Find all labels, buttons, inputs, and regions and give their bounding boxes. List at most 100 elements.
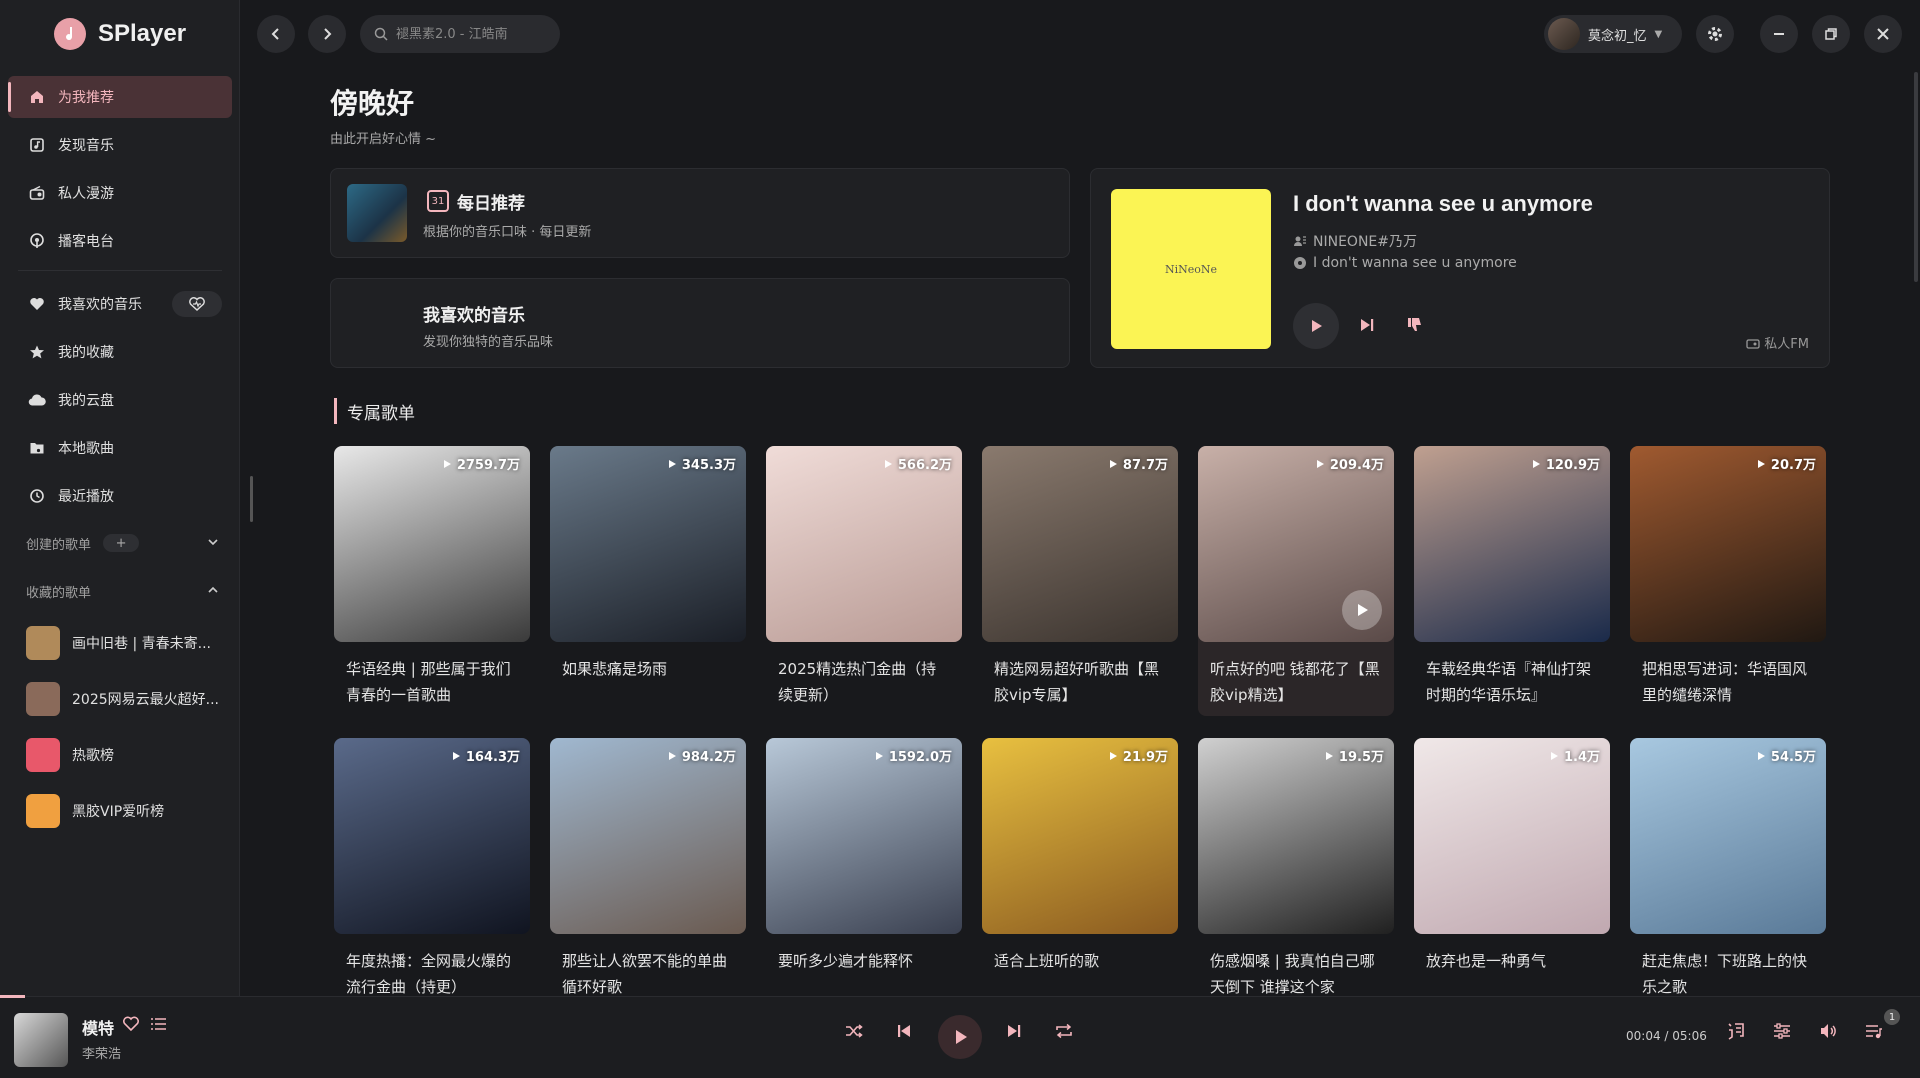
playlist-cover[interactable]: 120.9万 (1414, 446, 1610, 642)
daily-recommend-card[interactable]: 31 每日推荐 根据你的音乐口味 · 每日更新 (330, 168, 1070, 258)
playlist-card[interactable]: 1592.0万 要听多少遍才能释怀 (766, 738, 962, 1008)
fm-artist[interactable]: NINEONE#乃万 (1293, 231, 1417, 251)
playlist-cover[interactable]: 2759.7万 (334, 446, 530, 642)
playlist-cover[interactable]: 19.5万 (1198, 738, 1394, 934)
fm-album[interactable]: I don't wanna see u anymore (1293, 255, 1517, 271)
history-icon (28, 487, 46, 505)
playlist-card[interactable]: 19.5万 伤感烟嗓 | 我真怕自己哪天倒下 谁撑这个家 (1198, 738, 1394, 1008)
fm-next-button[interactable] (1357, 315, 1377, 339)
playlist-title[interactable]: 放弃也是一种勇气 (1414, 934, 1610, 1004)
playlist-title[interactable]: 赶走焦虑！下班路上的快乐之歌 (1630, 934, 1826, 1004)
user-menu[interactable]: 莫念初_忆 ▼ (1544, 15, 1682, 53)
shuffle-button[interactable] (844, 1021, 864, 1045)
fm-dislike-button[interactable] (1405, 315, 1425, 339)
playlist-title[interactable]: 2025精选热门金曲（持续更新） (766, 642, 962, 712)
playlist-card[interactable]: 209.4万 听点好的吧 钱都花了【黑胶vip精选】 (1198, 446, 1394, 716)
volume-button[interactable] (1818, 1021, 1838, 1045)
app-logo[interactable]: SPlayer (54, 16, 186, 52)
created-playlists-header[interactable]: 创建的歌单 + (8, 523, 232, 563)
settings-button[interactable] (1696, 15, 1734, 53)
playlist-card[interactable]: 1.4万 放弃也是一种勇气 (1414, 738, 1610, 1008)
sidebar-item-recommend[interactable]: 为我推荐 (8, 76, 232, 118)
liked-music-card[interactable]: 我喜欢的音乐 发现你独特的音乐品味 (330, 278, 1070, 368)
playlist-title[interactable]: 华语经典 | 那些属于我们青春的一首歌曲 (334, 642, 530, 712)
playlist-cover[interactable]: 984.2万 (550, 738, 746, 934)
playlist-cover[interactable]: 1592.0万 (766, 738, 962, 934)
playlist-card[interactable]: 345.3万 如果悲痛是场雨 (550, 446, 746, 716)
sidebar-item-liked-music[interactable]: 我喜欢的音乐 (8, 283, 232, 325)
playlist-title[interactable]: 如果悲痛是场雨 (550, 642, 746, 712)
search-input[interactable] (396, 26, 546, 42)
playlist-cover[interactable]: 20.7万 (1630, 446, 1826, 642)
playlist-cover[interactable]: 54.5万 (1630, 738, 1826, 934)
minimize-button[interactable] (1760, 15, 1798, 53)
queue-button[interactable] (1864, 1021, 1884, 1045)
close-button[interactable] (1864, 15, 1902, 53)
playlist-title[interactable]: 那些让人欲罢不能的单曲循环好歌 (550, 934, 746, 1004)
sidebar-item-local[interactable]: 本地歌曲 (8, 427, 232, 469)
forward-button[interactable] (308, 15, 346, 53)
playlist-cover[interactable]: 1.4万 (1414, 738, 1610, 934)
playlist-title[interactable]: 年度热播：全网最火爆的流行金曲（持更） (334, 934, 530, 1004)
playlist-title[interactable]: 车载经典华语『神仙打架时期的华语乐坛』 (1414, 642, 1610, 712)
search-box[interactable] (360, 15, 560, 53)
playlist-card[interactable]: 20.7万 把相思写进词：华语国风里的缱绻深情 (1630, 446, 1826, 716)
playlist-cover[interactable]: 345.3万 (550, 446, 746, 642)
playlist-title[interactable]: 精选网易超好听歌曲【黑胶vip专属】 (982, 642, 1178, 712)
add-playlist-button[interactable]: + (103, 534, 140, 552)
repeat-button[interactable] (1054, 1021, 1074, 1045)
sidebar-item-cloud[interactable]: 我的云盘 (8, 379, 232, 421)
playlist-card[interactable]: 120.9万 车载经典华语『神仙打架时期的华语乐坛』 (1414, 446, 1610, 716)
sidebar-item-recent[interactable]: 最近播放 (8, 475, 232, 517)
now-playing-cover[interactable] (14, 1013, 68, 1067)
play-icon (1358, 604, 1368, 616)
sidebar-item-roam[interactable]: 私人漫游 (8, 172, 232, 214)
playlist-card[interactable]: 87.7万 精选网易超好听歌曲【黑胶vip专属】 (982, 446, 1178, 716)
sidebar-playlist-item[interactable]: 画中旧巷 | 青春未寄... (8, 619, 232, 667)
sidebar-item-podcast[interactable]: 播客电台 (8, 220, 232, 262)
playlist-title[interactable]: 把相思写进词：华语国风里的缱绻深情 (1630, 642, 1826, 712)
playlist-title[interactable]: 适合上班听的歌 (982, 934, 1178, 1004)
sidebar-playlist-item[interactable]: 热歌榜 (8, 731, 232, 779)
playlist-menu-button[interactable] (150, 1016, 168, 1036)
chevron-down-icon[interactable] (206, 535, 220, 553)
chevron-up-icon[interactable] (206, 583, 220, 601)
playlist-cover[interactable]: 566.2万 (766, 446, 962, 642)
back-button[interactable] (257, 15, 295, 53)
sidebar-item-discover[interactable]: 发现音乐 (8, 124, 232, 166)
playlist-title[interactable]: 伤感烟嗓 | 我真怕自己哪天倒下 谁撑这个家 (1198, 934, 1394, 1004)
playlist-card[interactable]: 54.5万 赶走焦虑！下班路上的快乐之歌 (1630, 738, 1826, 1008)
playlist-cover[interactable]: 164.3万 (334, 738, 530, 934)
sidebar-scrollbar[interactable] (250, 476, 253, 522)
playlist-card[interactable]: 566.2万 2025精选热门金曲（持续更新） (766, 446, 962, 716)
main-scrollbar[interactable] (1914, 72, 1918, 282)
restore-button[interactable] (1812, 15, 1850, 53)
progress-bar[interactable] (0, 995, 25, 998)
sidebar-item-favorites[interactable]: 我的收藏 (8, 331, 232, 373)
collected-playlists-header[interactable]: 收藏的歌单 (8, 571, 232, 611)
like-button[interactable] (122, 1015, 140, 1037)
playlist-title[interactable]: 要听多少遍才能释怀 (766, 934, 962, 1004)
sidebar-playlist-item[interactable]: 黑胶VIP爱听榜 (8, 787, 232, 835)
playlist-cover[interactable]: 21.9万 (982, 738, 1178, 934)
next-button[interactable] (1004, 1021, 1024, 1045)
playlist-cover[interactable]: 87.7万 (982, 446, 1178, 642)
now-playing-title[interactable]: 模特 (82, 1015, 114, 1039)
hover-play-button[interactable] (1342, 590, 1382, 630)
now-playing-artist[interactable]: 李荣浩 (82, 1043, 121, 1062)
fm-song-title[interactable]: I don't wanna see u anymore (1293, 191, 1593, 217)
playlist-card[interactable]: 984.2万 那些让人欲罢不能的单曲循环好歌 (550, 738, 746, 1008)
lyrics-button[interactable] (1726, 1021, 1746, 1045)
playlist-card[interactable]: 2759.7万 华语经典 | 那些属于我们青春的一首歌曲 (334, 446, 530, 716)
heartbeat-mode-button[interactable] (172, 291, 222, 317)
previous-button[interactable] (894, 1021, 914, 1045)
equalizer-button[interactable] (1772, 1021, 1792, 1045)
sidebar-playlist-item[interactable]: 2025网易云最火超好... (8, 675, 232, 723)
playlist-card[interactable]: 21.9万 适合上班听的歌 (982, 738, 1178, 1008)
play-pause-button[interactable] (938, 1015, 982, 1059)
playlist-cover[interactable]: 209.4万 (1198, 446, 1394, 642)
fm-cover[interactable]: NiNeoNe (1111, 189, 1271, 349)
playlist-title[interactable]: 听点好的吧 钱都花了【黑胶vip精选】 (1198, 642, 1394, 712)
playlist-card[interactable]: 164.3万 年度热播：全网最火爆的流行金曲（持更） (334, 738, 530, 1008)
fm-play-button[interactable] (1293, 303, 1339, 349)
